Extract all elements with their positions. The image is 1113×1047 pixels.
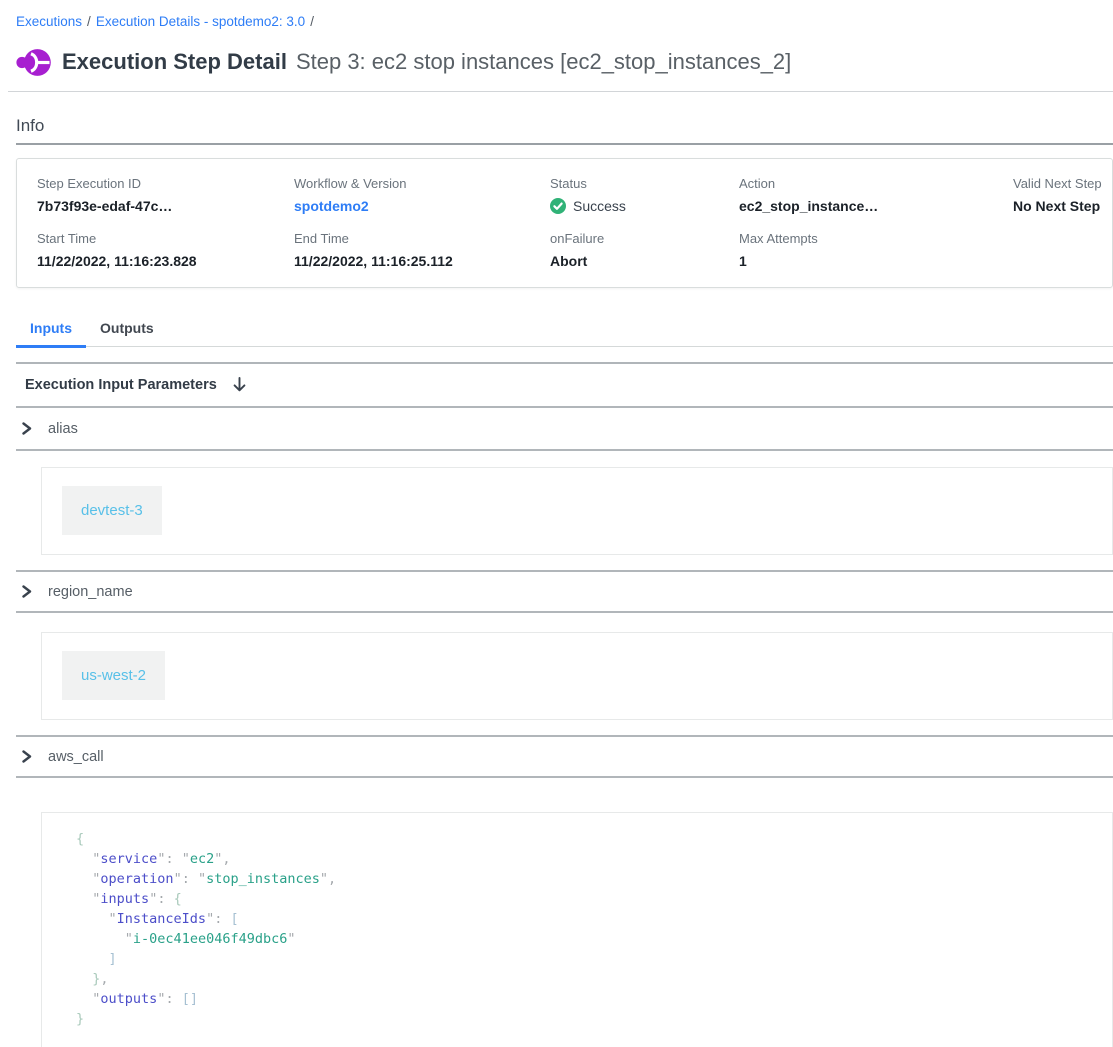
tab-bar: Inputs Outputs <box>16 312 1113 347</box>
param-row-alias[interactable]: alias <box>16 408 1113 451</box>
field-label: Action <box>739 176 1013 191</box>
field-label: Workflow & Version <box>294 176 550 191</box>
breadcrumb-separator: / <box>82 14 96 29</box>
field-label: End Time <box>294 231 550 246</box>
parameters-header-label: Execution Input Parameters <box>25 377 217 393</box>
chevron-right-icon[interactable] <box>20 422 33 435</box>
param-row-aws-call[interactable]: aws_call <box>16 735 1113 778</box>
workflow-logo-icon <box>16 45 51 80</box>
field-valid-next-step: Valid Next Step No Next Step <box>1013 176 1112 214</box>
page-title: Execution Step Detail Step 3: ec2 stop in… <box>62 49 791 75</box>
sort-descending-arrow-icon[interactable] <box>231 376 248 393</box>
page-title-sub: Step 3: ec2 stop instances [ec2_stop_ins… <box>296 49 791 74</box>
info-divider <box>16 143 1113 145</box>
chevron-right-icon[interactable] <box>20 750 33 763</box>
field-value: ec2_stop_instance… <box>739 198 1013 214</box>
json-code-block: { "service": "ec2", "operation": "stop_i… <box>76 829 1112 1029</box>
field-label: Valid Next Step <box>1013 176 1112 191</box>
param-value-panel-aws-call: { "service": "ec2", "operation": "stop_i… <box>41 812 1113 1047</box>
field-start-time: Start Time 11/22/2022, 11:16:23.828 <box>37 231 294 269</box>
field-max-attempts: Max Attempts 1 <box>739 231 1013 269</box>
field-end-time: End Time 11/22/2022, 11:16:25.112 <box>294 231 550 269</box>
breadcrumb-link-executions[interactable]: Executions <box>16 14 82 29</box>
field-step-execution-id: Step Execution ID 7b73f93e-edaf-47c… <box>37 176 294 214</box>
param-value-chip-alias: devtest-3 <box>62 486 162 535</box>
execution-input-parameters-header: Execution Input Parameters <box>16 364 1113 408</box>
field-value: 1 <box>739 253 1013 269</box>
field-label: Status <box>550 176 739 191</box>
breadcrumb: Executions/Execution Details - spotdemo2… <box>16 14 1113 29</box>
tab-inputs[interactable]: Inputs <box>16 312 86 348</box>
breadcrumb-separator: / <box>305 14 319 29</box>
field-label: Start Time <box>37 231 294 246</box>
param-value-panel-alias: devtest-3 <box>41 467 1113 555</box>
workflow-link[interactable]: spotdemo2 <box>294 198 550 214</box>
field-value: No Next Step <box>1013 198 1112 214</box>
success-check-icon <box>550 198 566 214</box>
status-text: Success <box>573 198 626 214</box>
field-label: Step Execution ID <box>37 176 294 191</box>
page-header: Execution Step Detail Step 3: ec2 stop in… <box>16 44 1113 80</box>
field-value: 11/22/2022, 11:16:23.828 <box>37 253 294 269</box>
title-divider <box>8 91 1113 92</box>
step-info-card: Step Execution ID 7b73f93e-edaf-47c… Wor… <box>16 158 1113 288</box>
info-section-title: Info <box>16 116 1113 136</box>
field-onfailure: onFailure Abort <box>550 231 739 269</box>
field-action: Action ec2_stop_instance… <box>739 176 1013 214</box>
step-info-grid: Step Execution ID 7b73f93e-edaf-47c… Wor… <box>37 176 1112 269</box>
page-title-main: Execution Step Detail <box>62 49 287 74</box>
breadcrumb-link-execution-details[interactable]: Execution Details - spotdemo2: 3.0 <box>96 14 305 29</box>
tab-outputs[interactable]: Outputs <box>86 312 168 348</box>
chevron-right-icon[interactable] <box>20 585 33 598</box>
param-value-chip-region-name: us-west-2 <box>62 651 165 700</box>
field-status: Status Success <box>550 176 739 214</box>
param-row-region-name[interactable]: region_name <box>16 570 1113 613</box>
param-name-aws-call: aws_call <box>48 749 104 765</box>
field-value: Abort <box>550 253 739 269</box>
field-workflow-version: Workflow & Version spotdemo2 <box>294 176 550 214</box>
field-value: 11/22/2022, 11:16:25.112 <box>294 253 550 269</box>
field-label: Max Attempts <box>739 231 1013 246</box>
field-value: 7b73f93e-edaf-47c… <box>37 198 294 214</box>
field-label: onFailure <box>550 231 739 246</box>
param-value-panel-region-name: us-west-2 <box>41 632 1113 720</box>
status-badge: Success <box>550 198 739 214</box>
param-name-alias: alias <box>48 421 78 437</box>
param-name-region-name: region_name <box>48 584 133 600</box>
